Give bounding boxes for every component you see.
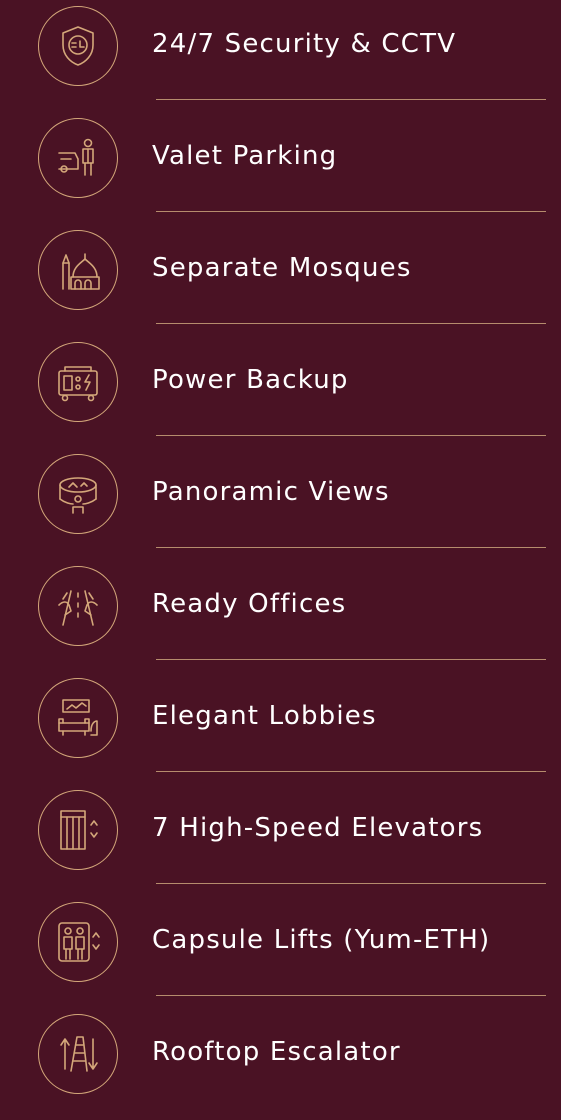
divider [156,211,546,212]
escalator-icon [38,1014,118,1094]
divider [156,659,546,660]
amenity-label: Power Backup [152,365,349,395]
office-handshake-icon [38,566,118,646]
capsule-lift-icon [38,902,118,982]
elevator-icon [38,790,118,870]
divider [156,547,546,548]
amenity-label: 24/7 Security & CCTV [152,29,457,59]
mosque-icon [38,230,118,310]
divider [156,99,546,100]
amenity-item-capsule-lifts: Capsule Lifts (Yum-ETH) [0,896,561,1008]
valet-parking-icon [38,118,118,198]
amenity-label: Separate Mosques [152,253,412,283]
amenity-label: Elegant Lobbies [152,701,377,731]
divider [156,883,546,884]
amenity-item-valet-parking: Valet Parking [0,112,561,224]
panoramic-view-icon [38,454,118,534]
divider [156,771,546,772]
divider [156,435,546,436]
amenity-item-ready-offices: Ready Offices [0,560,561,672]
divider [156,323,546,324]
amenity-label: Valet Parking [152,141,338,171]
amenity-item-mosques: Separate Mosques [0,224,561,336]
security-shield-icon [38,6,118,86]
power-generator-icon [38,342,118,422]
amenity-label: Panoramic Views [152,477,390,507]
divider [156,995,546,996]
amenity-label: Ready Offices [152,589,347,619]
lobby-sofa-icon [38,678,118,758]
amenity-item-security: 24/7 Security & CCTV [0,0,561,112]
amenity-item-elegant-lobbies: Elegant Lobbies [0,672,561,784]
amenity-label: Rooftop Escalator [152,1037,401,1067]
amenity-item-panoramic-views: Panoramic Views [0,448,561,560]
amenity-label: Capsule Lifts (Yum-ETH) [152,925,491,955]
amenities-list: 24/7 Security & CCTV Valet Parking Separ… [0,0,561,1095]
amenity-label: 7 High-Speed Elevators [152,813,484,843]
amenity-item-rooftop-escalator: Rooftop Escalator [0,1008,561,1120]
amenity-item-power-backup: Power Backup [0,336,561,448]
amenity-item-elevators: 7 High-Speed Elevators [0,784,561,896]
